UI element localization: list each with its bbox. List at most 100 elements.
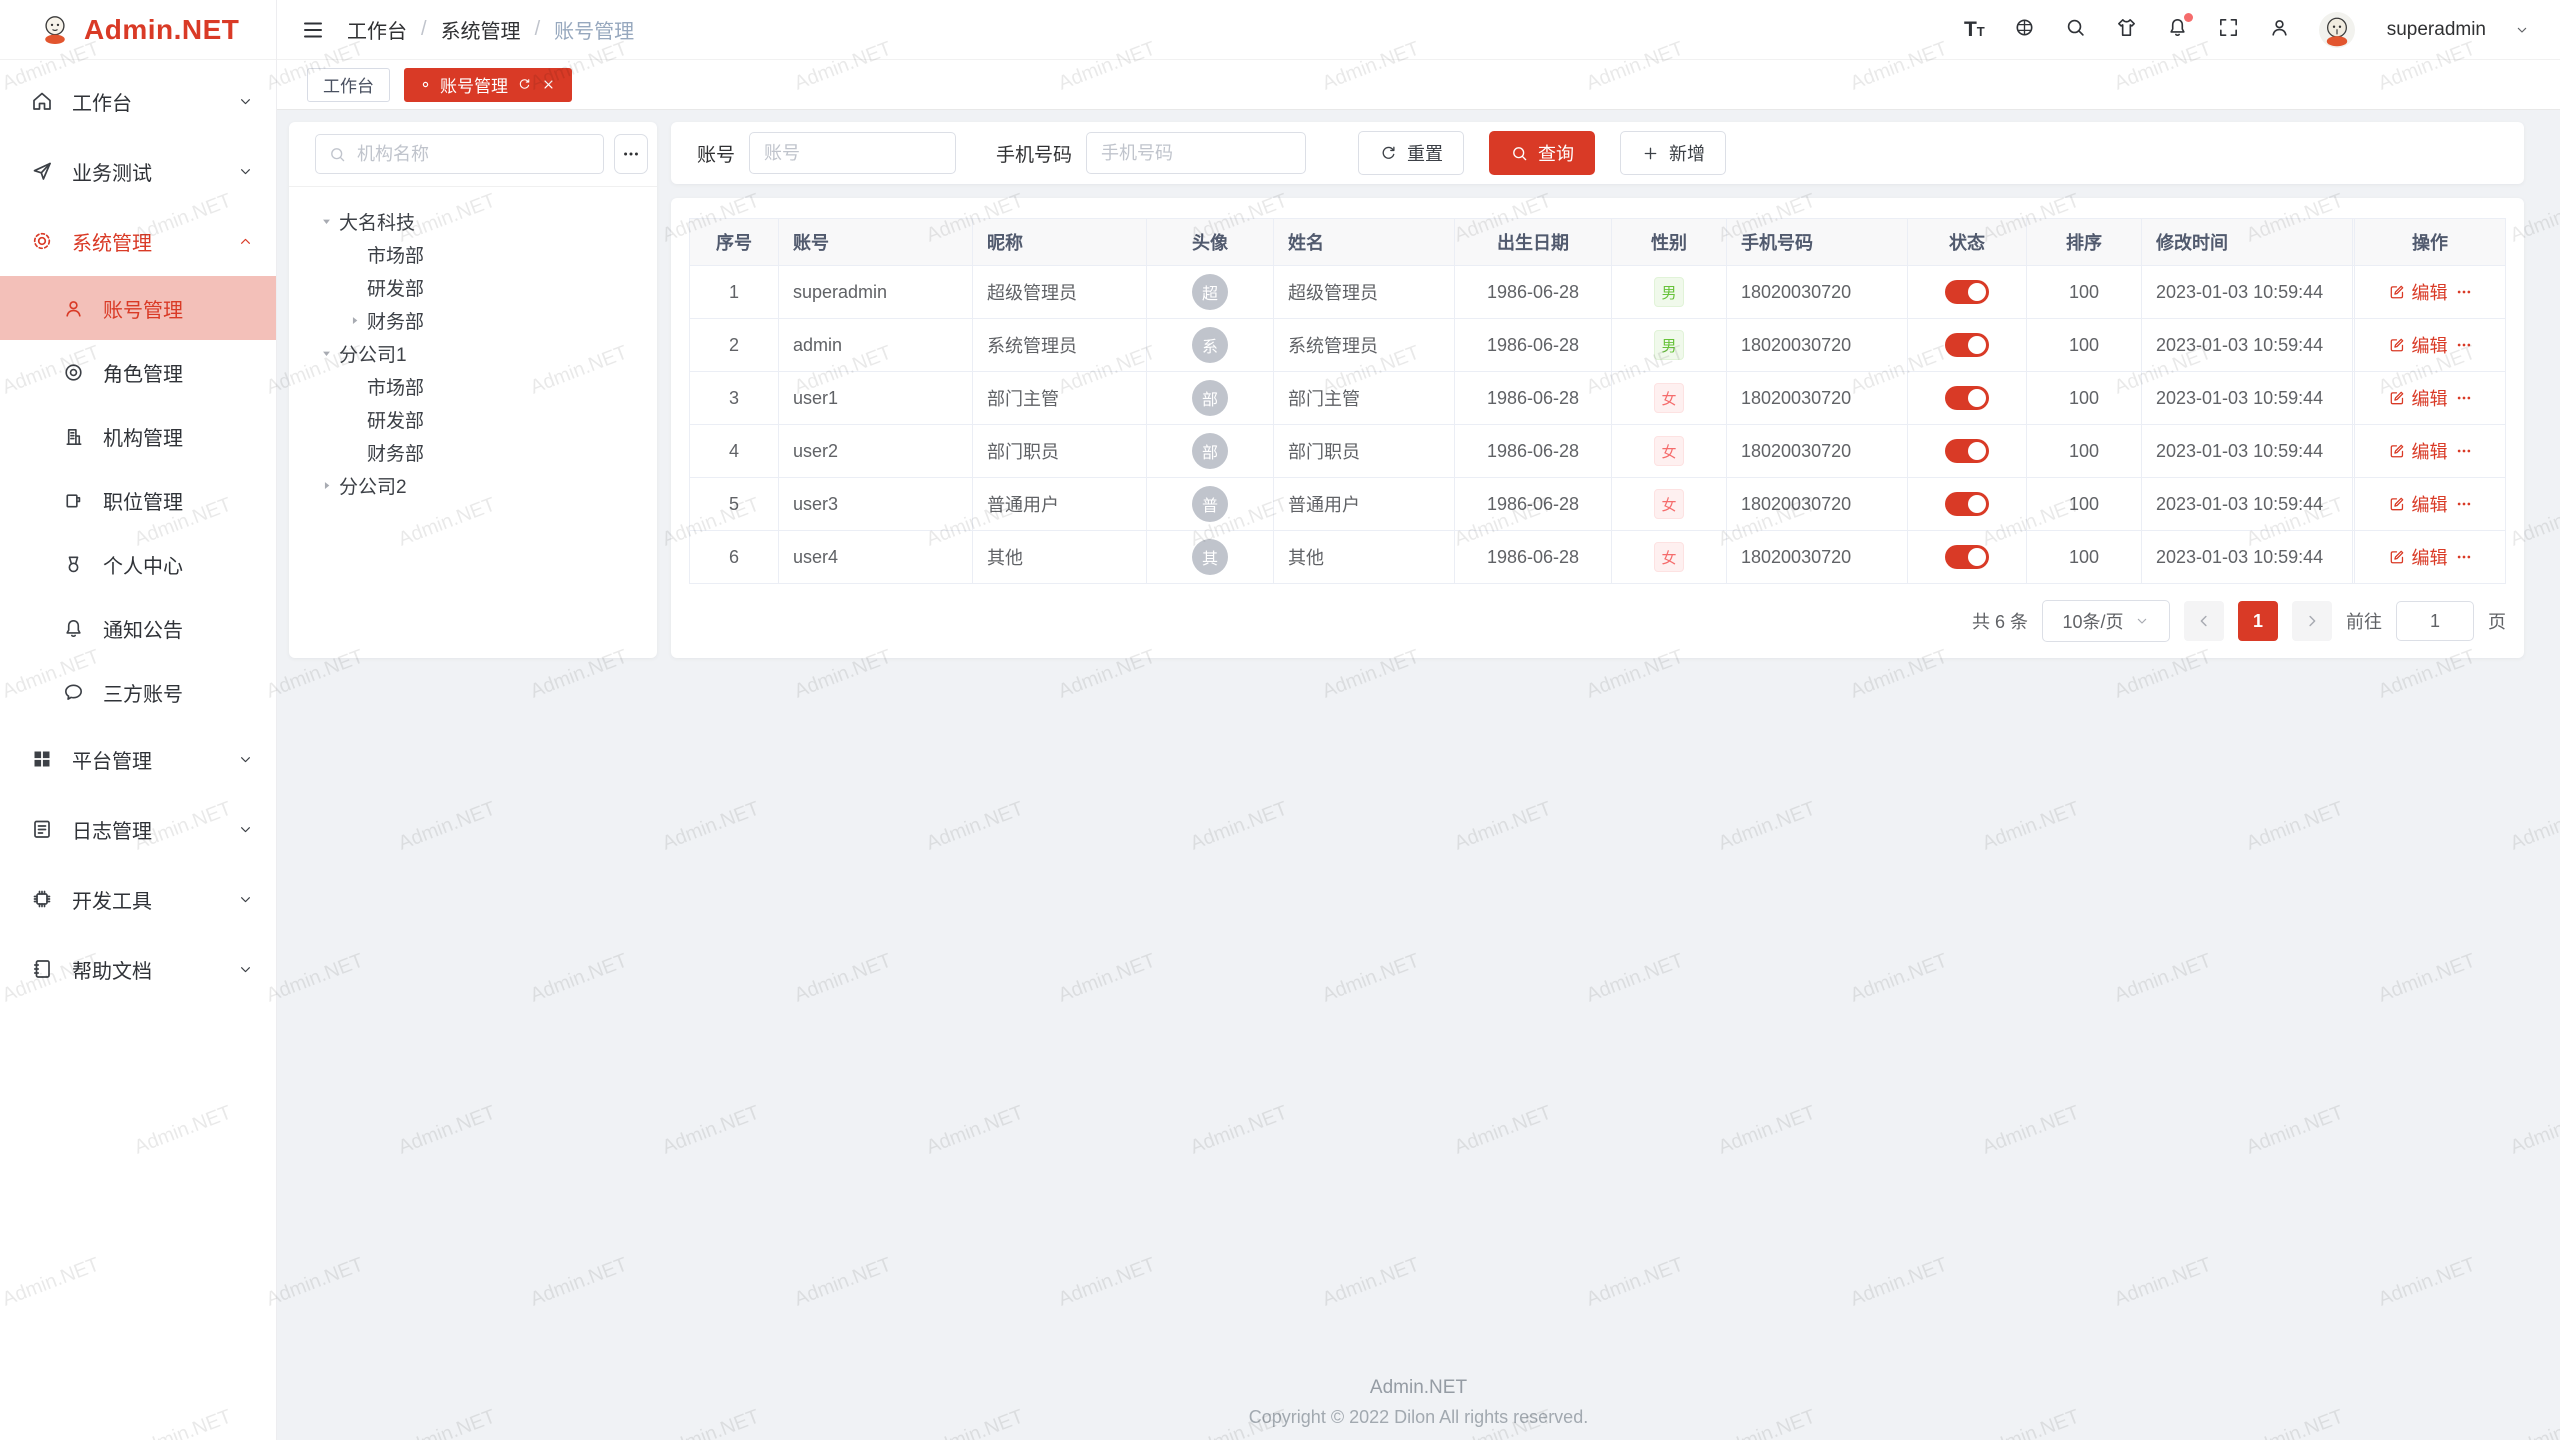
tree-caret-icon[interactable]	[313, 214, 339, 229]
cell-name: 部门主管	[1274, 372, 1455, 425]
logo[interactable]: Admin.NET	[0, 0, 276, 60]
sidebar-group-item[interactable]: 平台管理	[0, 724, 276, 794]
cell-phone: 18020030720	[1727, 531, 1908, 584]
tab-active[interactable]: 账号管理	[404, 68, 572, 102]
close-icon[interactable]	[541, 77, 556, 92]
chevron-down-icon[interactable]	[2514, 22, 2530, 38]
menu-fold-icon[interactable]	[301, 18, 325, 42]
goto-page-input[interactable]	[2396, 601, 2474, 641]
page-size-select[interactable]: 10条/页	[2042, 600, 2170, 642]
gender-badge: 男	[1654, 330, 1684, 360]
sidebar-sub-item[interactable]: 个人中心	[0, 532, 276, 596]
tree-caret-icon[interactable]	[313, 478, 339, 493]
breadcrumb-item[interactable]: 系统管理	[441, 15, 521, 44]
tree-node[interactable]: 研发部	[289, 403, 657, 436]
edit-button[interactable]: 编辑	[2388, 385, 2448, 411]
org-search-field[interactable]	[315, 134, 604, 174]
cell-nickname: 系统管理员	[973, 319, 1147, 372]
sidebar-menu: 工作台业务测试系统管理账号管理角色管理机构管理职位管理个人中心通知公告三方账号平…	[0, 60, 276, 1004]
query-button[interactable]: 查询	[1489, 131, 1595, 175]
sidebar-sub-item[interactable]: 职位管理	[0, 468, 276, 532]
edit-button[interactable]: 编辑	[2388, 332, 2448, 358]
tree-more-button[interactable]	[614, 134, 648, 174]
notification-icon[interactable]	[2166, 16, 2189, 44]
org-search-input[interactable]	[355, 143, 591, 166]
search-icon[interactable]	[2064, 16, 2087, 44]
fullscreen-icon[interactable]	[2217, 16, 2240, 44]
tree-node-label: 财务部	[367, 439, 424, 466]
sidebar-group-item[interactable]: 系统管理	[0, 206, 276, 276]
cell-index: 4	[690, 425, 779, 478]
theme-icon[interactable]	[2115, 16, 2138, 44]
status-switch[interactable]	[1945, 386, 1989, 410]
sidebar-group-item[interactable]: 业务测试	[0, 136, 276, 206]
cell-modified: 2023-01-03 10:59:44	[2142, 372, 2353, 425]
font-size-icon[interactable]: TT	[1964, 18, 1985, 42]
sidebar-sub-item[interactable]: 账号管理	[0, 276, 276, 340]
edit-button[interactable]: 编辑	[2388, 438, 2448, 464]
tree-node[interactable]: 财务部	[289, 304, 657, 337]
row-more-button[interactable]	[2455, 336, 2473, 354]
row-more-button[interactable]	[2455, 389, 2473, 407]
row-more-button[interactable]	[2455, 283, 2473, 301]
phone-input[interactable]	[1086, 132, 1306, 174]
tree-caret-icon[interactable]	[313, 346, 339, 361]
logo-mascot-icon	[38, 13, 72, 47]
language-icon[interactable]	[2013, 16, 2036, 44]
tree-node[interactable]: 财务部	[289, 436, 657, 469]
next-page-button[interactable]	[2292, 601, 2332, 641]
status-switch[interactable]	[1945, 280, 1989, 304]
status-switch[interactable]	[1945, 545, 1989, 569]
cell-phone: 18020030720	[1727, 372, 1908, 425]
breadcrumb-item[interactable]: 工作台	[347, 15, 407, 44]
row-more-button[interactable]	[2455, 442, 2473, 460]
reset-button[interactable]: 重置	[1358, 131, 1464, 175]
sidebar-item-label: 角色管理	[103, 358, 254, 387]
tree-node[interactable]: 分公司2	[289, 469, 657, 502]
edit-button[interactable]: 编辑	[2388, 544, 2448, 570]
gender-badge: 女	[1654, 383, 1684, 413]
add-button[interactable]: 新增	[1620, 131, 1726, 175]
row-actions: 编辑	[2369, 279, 2491, 305]
tree-caret-icon[interactable]	[341, 313, 367, 328]
edit-label: 编辑	[2412, 279, 2448, 305]
page-1-button[interactable]: 1	[2238, 601, 2278, 641]
sidebar-group-item[interactable]: 日志管理	[0, 794, 276, 864]
account-input[interactable]	[749, 132, 956, 174]
tree-node-label: 分公司2	[339, 472, 407, 499]
sidebar-sub-item[interactable]: 通知公告	[0, 596, 276, 660]
cell-modified: 2023-01-03 10:59:44	[2142, 319, 2353, 372]
edit-label: 编辑	[2412, 438, 2448, 464]
cell-sort: 100	[2027, 319, 2142, 372]
tree-node[interactable]: 市场部	[289, 238, 657, 271]
sidebar-group-item[interactable]: 工作台	[0, 66, 276, 136]
sidebar-sub-item[interactable]: 角色管理	[0, 340, 276, 404]
row-more-button[interactable]	[2455, 495, 2473, 513]
cell-nickname: 其他	[973, 531, 1147, 584]
tab-item[interactable]: 工作台	[307, 68, 390, 102]
sidebar-group-item[interactable]: 开发工具	[0, 864, 276, 934]
tree-node[interactable]: 大名科技	[289, 205, 657, 238]
sidebar-sub-item[interactable]: 机构管理	[0, 404, 276, 468]
status-switch[interactable]	[1945, 492, 1989, 516]
sidebar-item-label: 通知公告	[103, 614, 254, 643]
edit-icon	[2388, 495, 2406, 513]
row-more-button[interactable]	[2455, 548, 2473, 566]
tree-node[interactable]: 分公司1	[289, 337, 657, 370]
username[interactable]: superadmin	[2387, 19, 2486, 41]
user-icon[interactable]	[2268, 16, 2291, 44]
status-switch[interactable]	[1945, 333, 1989, 357]
cell-gender: 女	[1612, 478, 1727, 531]
edit-button[interactable]: 编辑	[2388, 279, 2448, 305]
edit-icon	[2388, 389, 2406, 407]
prev-page-button[interactable]	[2184, 601, 2224, 641]
sidebar-group-item[interactable]: 帮助文档	[0, 934, 276, 1004]
tree-node[interactable]: 市场部	[289, 370, 657, 403]
tree-node[interactable]: 研发部	[289, 271, 657, 304]
chevron-up-icon	[237, 233, 254, 250]
user-avatar[interactable]	[2319, 12, 2355, 48]
status-switch[interactable]	[1945, 439, 1989, 463]
edit-icon	[2388, 283, 2406, 301]
edit-button[interactable]: 编辑	[2388, 491, 2448, 517]
sidebar-sub-item[interactable]: 三方账号	[0, 660, 276, 724]
